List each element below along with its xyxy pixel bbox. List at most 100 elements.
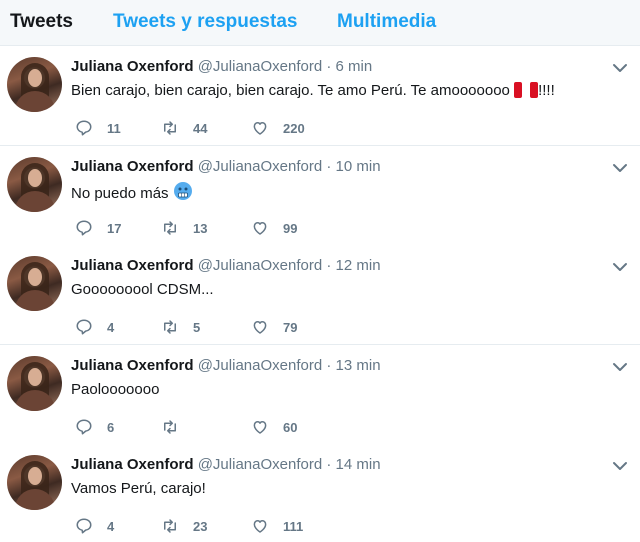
reply-count: 6 (107, 419, 115, 435)
tweet-text-suffix: !!!! (538, 82, 555, 99)
tweet-text-body: Gooooooool CDSM... (71, 281, 214, 298)
retweet-button[interactable]: 5 (161, 317, 200, 337)
reply-icon (76, 518, 92, 534)
heart-icon (253, 321, 267, 334)
retweet-icon (164, 121, 176, 135)
tab-tweets[interactable]: Tweets (10, 11, 73, 33)
author-handle[interactable]: @JulianaOxenford (198, 456, 322, 473)
tab-media[interactable]: Multimedia (337, 11, 436, 33)
like-count: 220 (283, 120, 305, 136)
retweet-button[interactable]: 13 (161, 218, 207, 238)
chevron-down-icon[interactable] (612, 460, 628, 472)
tweet-timestamp[interactable]: 6 min (336, 58, 373, 75)
author-name[interactable]: Juliana Oxenford (71, 357, 194, 374)
tweet-header: Juliana Oxenford @JulianaOxenford · 10 m… (71, 158, 381, 176)
like-button[interactable]: 99 (251, 218, 297, 238)
tweet-text: Bien carajo, bien carajo, bien carajo. T… (71, 81, 555, 104)
reply-button[interactable]: 4 (75, 516, 114, 536)
tweet[interactable]: Juliana Oxenford @JulianaOxenford · 12 m… (0, 245, 640, 345)
chevron-down-icon[interactable] (612, 162, 628, 174)
like-count: 79 (283, 319, 298, 335)
author-handle[interactable]: @JulianaOxenford (198, 257, 322, 274)
author-name[interactable]: Juliana Oxenford (71, 257, 194, 274)
avatar[interactable] (7, 157, 62, 212)
reply-icon (76, 120, 92, 136)
tweet-timestamp[interactable]: 14 min (336, 456, 381, 473)
like-button[interactable]: 60 (251, 417, 297, 437)
reply-icon (76, 319, 92, 335)
avatar[interactable] (7, 256, 62, 311)
heart-icon (253, 222, 267, 235)
tweet-text: No puedo más (71, 181, 193, 207)
tweet[interactable]: Juliana Oxenford @JulianaOxenford · 6 mi… (0, 46, 640, 146)
retweet-count: 13 (193, 220, 208, 236)
chevron-down-icon[interactable] (612, 361, 628, 373)
tweet-text-body: Paolooooooo (71, 381, 160, 398)
avatar-face (28, 169, 42, 187)
peru-flag-emoji (514, 82, 539, 104)
tweet[interactable]: Juliana Oxenford @JulianaOxenford · 10 m… (0, 146, 640, 246)
heart-icon (253, 421, 267, 434)
separator-dot: · (326, 158, 332, 175)
tweet[interactable]: Juliana Oxenford @JulianaOxenford · 14 m… (0, 444, 640, 542)
reply-button[interactable]: 6 (75, 417, 114, 437)
like-button[interactable]: 79 (251, 317, 297, 337)
retweet-icon (164, 420, 176, 434)
tweet-header: Juliana Oxenford @JulianaOxenford · 12 m… (71, 257, 381, 275)
tweet-timestamp[interactable]: 10 min (336, 158, 381, 175)
author-handle[interactable]: @JulianaOxenford (198, 58, 322, 75)
avatar[interactable] (7, 455, 62, 510)
reply-count: 11 (107, 120, 121, 136)
heart-icon (253, 122, 267, 135)
retweet-button[interactable]: 44 (161, 118, 207, 138)
author-name[interactable]: Juliana Oxenford (71, 58, 194, 75)
chevron-down-icon[interactable] (612, 261, 628, 273)
retweet-button[interactable]: 23 (161, 516, 207, 536)
heart-icon (253, 520, 267, 533)
tweet-text: Gooooooool CDSM... (71, 280, 214, 300)
tweet[interactable]: Juliana Oxenford @JulianaOxenford · 13 m… (0, 345, 640, 445)
cold-face-emoji (173, 181, 193, 207)
tweet-text: Paolooooooo (71, 380, 159, 400)
tweet-timestamp[interactable]: 13 min (336, 357, 381, 374)
retweet-icon (164, 519, 176, 533)
profile-tabs: Tweets Tweets y respuestas Multimedia (0, 0, 640, 46)
reply-count: 17 (107, 220, 122, 236)
like-count: 111 (283, 518, 304, 534)
tab-tweets-and-replies[interactable]: Tweets y respuestas (113, 11, 297, 33)
like-count: 60 (283, 419, 298, 435)
retweet-count: 23 (193, 518, 208, 534)
retweet-icon (164, 320, 176, 334)
reply-icon (76, 220, 92, 236)
reply-button[interactable]: 17 (75, 218, 121, 238)
like-count: 99 (283, 220, 298, 236)
like-button[interactable]: 220 (251, 118, 305, 138)
reply-count: 4 (107, 518, 115, 534)
tweet-timestamp[interactable]: 12 min (336, 257, 381, 274)
author-handle[interactable]: @JulianaOxenford (198, 158, 322, 175)
chevron-down-icon[interactable] (612, 62, 628, 74)
separator-dot: · (326, 357, 332, 374)
reply-icon (76, 419, 92, 435)
reply-button[interactable]: 11 (75, 118, 121, 138)
avatar[interactable] (7, 356, 62, 411)
retweet-button[interactable] (161, 417, 193, 437)
retweet-icon (164, 221, 176, 235)
author-name[interactable]: Juliana Oxenford (71, 158, 194, 175)
tweet-text-body: Bien carajo, bien carajo, bien carajo. T… (71, 82, 510, 99)
avatar-face (28, 268, 42, 286)
avatar-face (28, 467, 42, 485)
tweet-header: Juliana Oxenford @JulianaOxenford · 13 m… (71, 357, 381, 375)
retweet-count: 44 (193, 120, 208, 136)
separator-dot: · (326, 58, 332, 75)
author-handle[interactable]: @JulianaOxenford (198, 357, 322, 374)
tweet-text-body: No puedo más (71, 185, 169, 202)
reply-button[interactable]: 4 (75, 317, 114, 337)
tweet-text-body: Vamos Perú, carajo! (71, 480, 206, 497)
author-name[interactable]: Juliana Oxenford (71, 456, 194, 473)
like-button[interactable]: 111 (251, 516, 303, 536)
reply-count: 4 (107, 319, 115, 335)
retweet-count: 5 (193, 319, 201, 335)
avatar[interactable] (7, 57, 62, 112)
avatar-face (28, 69, 42, 87)
